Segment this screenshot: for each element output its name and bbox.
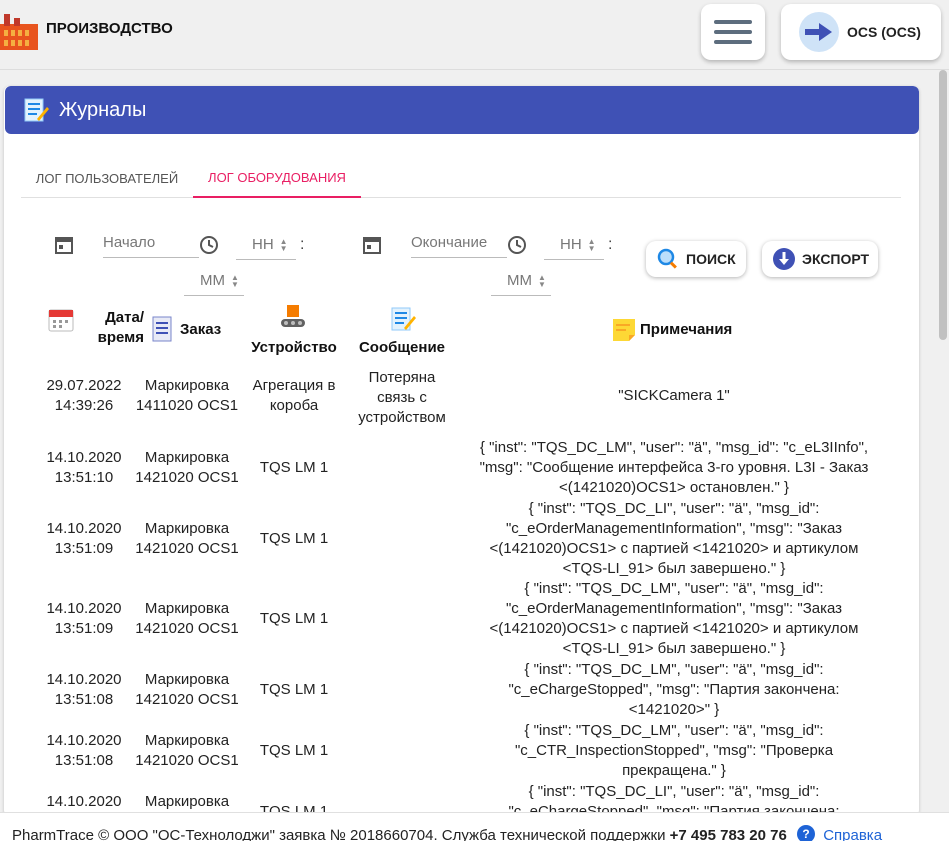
row-notes: { "inst": "TQS_DC_LM", "user": "ä", "msg…	[479, 439, 869, 496]
scrollbar-thumb[interactable]	[939, 70, 947, 340]
hamburger-menu-icon	[714, 14, 752, 50]
row-order: Маркировка 1411020 OCS1	[135, 377, 239, 414]
row-device: Агрегация в короба	[252, 377, 336, 414]
factory-icon	[0, 14, 38, 50]
column-header-notes[interactable]: Примечания	[640, 320, 760, 340]
start-minutes-field[interactable]: MM ▲ ▼	[184, 266, 244, 296]
calendar-icon[interactable]	[361, 234, 383, 256]
row-date: 14.10.2020 13:51:08	[46, 732, 122, 769]
sticky-note-icon	[613, 319, 635, 341]
row-device: TQS LM 1	[259, 742, 329, 759]
row-date: 14.10.2020 13:51:10	[46, 449, 122, 486]
row-date: 14.10.2020 13:51:09	[46, 600, 122, 637]
row-date: 14.10.2020 13:51:09	[46, 520, 122, 557]
download-icon	[773, 248, 795, 270]
row-order: Маркировка 1421020 OCS1	[135, 600, 239, 637]
end-date-field[interactable]: Окончание	[411, 228, 507, 258]
order-document-icon	[152, 316, 172, 342]
row-order: Маркировка 1421020 OCS1	[135, 520, 239, 557]
row-notes: { "inst": "TQS_DC_LM", "user": "ä", "msg…	[489, 580, 859, 657]
row-notes: { "inst": "TQS_DC_LI", "user": "ä", "msg…	[508, 783, 840, 816]
row-notes: { "inst": "TQS_DC_LM", "user": "ä", "msg…	[514, 722, 834, 779]
time-colon: :	[300, 236, 305, 253]
row-device: TQS LM 1	[259, 530, 329, 547]
minutes-spinner[interactable]: ▲ ▼	[231, 273, 239, 288]
user-button[interactable]: OCS (OCS)	[781, 4, 941, 60]
journal-icon	[24, 98, 49, 122]
column-header-message[interactable]: Сообщение	[350, 338, 454, 358]
column-header-date[interactable]: Дата/ время	[54, 308, 144, 348]
export-label: ЭКСПОРТ	[802, 251, 870, 267]
vertical-scrollbar[interactable]	[936, 70, 949, 812]
search-label: ПОИСК	[686, 251, 736, 267]
card-header: Журналы	[5, 86, 919, 134]
tab-users-log[interactable]: ЛОГ ПОЛЬЗОВАТЕЛЕЙ	[21, 158, 193, 198]
app-title: ПРОИЗВОДСТВО	[46, 19, 173, 37]
footer: PharmTrace © ООО "ОС-Технолоджи" заявка …	[0, 812, 949, 841]
minutes-spinner[interactable]: ▲ ▼	[538, 273, 546, 288]
end-minutes-field[interactable]: MM ▲ ▼	[491, 266, 551, 296]
start-date-field[interactable]: Начало	[103, 228, 199, 258]
row-notes: { "inst": "TQS_DC_LM", "user": "ä", "msg…	[508, 661, 840, 718]
start-hours-placeholder: HH	[252, 236, 274, 253]
start-hours-field[interactable]: HH ▲ ▼	[236, 230, 296, 260]
row-notes: "SICKCamera 1"	[618, 387, 730, 404]
calendar-icon[interactable]	[53, 234, 75, 256]
footer-text: PharmTrace © ООО "ОС-Технолоджи" заявка …	[12, 827, 666, 841]
menu-button[interactable]	[701, 4, 765, 60]
row-message: Потеряна связь с устройством	[358, 369, 446, 426]
start-date-placeholder: Начало	[103, 234, 156, 251]
row-order: Маркировка 1421020 OCS1	[135, 732, 239, 769]
tab-equipment-log[interactable]: ЛОГ ОБОРУДОВАНИЯ	[193, 158, 361, 198]
column-header-order[interactable]: Заказ	[180, 320, 230, 340]
help-link[interactable]: Справка	[823, 827, 882, 841]
card-title: Журналы	[59, 98, 147, 121]
magnifier-icon	[657, 248, 677, 269]
end-date-placeholder: Окончание	[411, 234, 488, 251]
row-device: TQS LM 1	[259, 610, 329, 627]
top-bar: ПРОИЗВОДСТВО OCS (OCS)	[0, 0, 949, 70]
end-minutes-placeholder: MM	[507, 272, 532, 289]
row-device: TQS LM 1	[259, 681, 329, 698]
help-icon[interactable]: ?	[797, 825, 816, 841]
search-button[interactable]: ПОИСК	[646, 241, 746, 277]
end-hours-field[interactable]: HH ▲ ▼	[544, 230, 604, 260]
row-date: 14.10.2020 13:51:08	[46, 671, 122, 708]
export-button[interactable]: ЭКСПОРТ	[762, 241, 878, 277]
arrow-right-icon	[799, 12, 839, 52]
brand[interactable]: ПРОИЗВОДСТВО	[0, 10, 173, 50]
hours-spinner[interactable]: ▲ ▼	[280, 237, 288, 252]
time-colon: :	[608, 236, 613, 253]
row-date: 29.07.2022 14:39:26	[46, 377, 122, 414]
support-phone[interactable]: +7 495 783 20 76	[670, 827, 787, 841]
clock-icon[interactable]	[506, 234, 528, 256]
hours-spinner[interactable]: ▲ ▼	[588, 237, 596, 252]
row-order: Маркировка 1421020 OCS1	[135, 671, 239, 708]
journal-card: Журналы ЛОГ ПОЛЬЗОВАТЕЛЕЙ ЛОГ ОБОРУДОВАН…	[4, 86, 919, 816]
end-hours-placeholder: HH	[560, 236, 582, 253]
column-header-device[interactable]: Устройство	[244, 338, 344, 358]
tabs: ЛОГ ПОЛЬЗОВАТЕЛЕЙ ЛОГ ОБОРУДОВАНИЯ	[21, 158, 901, 198]
row-device: TQS LM 1	[259, 459, 329, 476]
message-note-icon	[391, 307, 416, 331]
device-conveyor-icon	[281, 305, 305, 327]
row-notes: { "inst": "TQS_DC_LI", "user": "ä", "msg…	[489, 500, 859, 577]
row-order: Маркировка 1421020 OCS1	[135, 449, 239, 486]
user-label: OCS (OCS)	[847, 24, 921, 40]
start-minutes-placeholder: MM	[200, 272, 225, 289]
filters: Начало HH ▲ ▼ : MM ▲ ▼ Окончание HH ▲ ▼ …	[4, 216, 919, 306]
clock-icon[interactable]	[198, 234, 220, 256]
